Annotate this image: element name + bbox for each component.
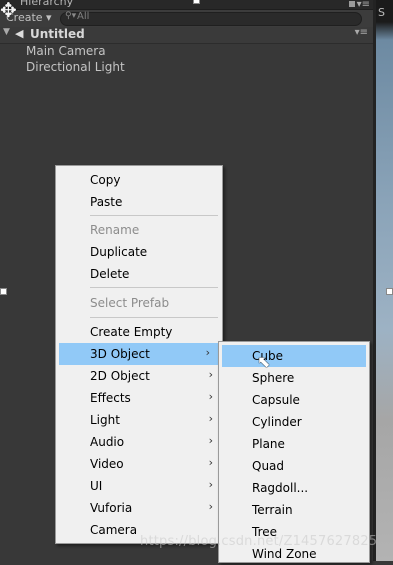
- submenu-item-plane[interactable]: Plane: [219, 433, 369, 455]
- selection-handle: [0, 288, 7, 295]
- unity-scene-icon: ◀: [15, 27, 24, 40]
- submenu-item-terrain[interactable]: Terrain: [219, 499, 369, 521]
- expand-triangle-icon[interactable]: ▼: [3, 27, 10, 37]
- move-cursor-icon: ✥: [0, 0, 17, 22]
- submenu-item-capsule[interactable]: Capsule: [219, 389, 369, 411]
- watermark-text: https://blog.csdn.net/Z1457627825: [140, 534, 378, 549]
- hierarchy-tab-bar: Hierarchy ▾≡: [0, 0, 373, 10]
- menu-separator: [90, 215, 218, 216]
- lock-icon[interactable]: [349, 1, 355, 7]
- submenu-item-quad[interactable]: Quad: [219, 455, 369, 477]
- submenu-item-cube[interactable]: Cube: [222, 345, 366, 367]
- selection-handle: [193, 0, 200, 4]
- submenu-arrow-icon: ›: [205, 346, 210, 359]
- menu-item-paste[interactable]: Paste: [56, 191, 222, 213]
- menu-item-effects[interactable]: Effects ›: [56, 387, 222, 409]
- submenu-arrow-icon: ›: [208, 412, 213, 425]
- menu-item-duplicate[interactable]: Duplicate: [56, 241, 222, 263]
- submenu-arrow-icon: ›: [208, 390, 213, 403]
- menu-separator: [90, 317, 218, 318]
- menu-item-copy[interactable]: Copy: [56, 169, 222, 191]
- submenu-arrow-icon: ›: [208, 434, 213, 447]
- hierarchy-tab[interactable]: Hierarchy: [20, 0, 73, 8]
- scene-name: Untitled: [30, 27, 85, 41]
- submenu-item-ragdoll[interactable]: Ragdoll...: [219, 477, 369, 499]
- hierarchy-item-directional-light[interactable]: Directional Light: [26, 60, 125, 74]
- search-placeholder: All: [77, 11, 90, 22]
- scene-header[interactable]: ▼ ◀ Untitled ▾≡: [0, 27, 373, 44]
- selection-handle: [386, 288, 393, 295]
- menu-item-audio[interactable]: Audio ›: [56, 431, 222, 453]
- search-input[interactable]: ⚲▾ All: [60, 11, 362, 26]
- submenu-arrow-icon: ›: [208, 456, 213, 469]
- menu-separator: [90, 287, 218, 288]
- menu-item-create-empty[interactable]: Create Empty: [56, 321, 222, 343]
- menu-item-2d-object[interactable]: 2D Object ›: [56, 365, 222, 387]
- menu-item-vuforia[interactable]: Vuforia ›: [56, 497, 222, 519]
- menu-item-rename: Rename: [90, 223, 140, 237]
- hierarchy-toolbar: Create ▾ ⚲▾ All: [0, 10, 373, 28]
- scene-view-edge[interactable]: S: [376, 0, 393, 561]
- submenu-item-cylinder[interactable]: Cylinder: [219, 411, 369, 433]
- scene-menu-icon[interactable]: ▾≡: [355, 27, 368, 38]
- submenu-arrow-icon: ›: [208, 500, 213, 513]
- scene-tab-letter: S: [378, 6, 385, 19]
- mouse-pointer-icon: ⬉: [257, 352, 271, 371]
- menu-item-light[interactable]: Light ›: [56, 409, 222, 431]
- menu-item-delete[interactable]: Delete: [56, 263, 222, 285]
- panel-menu-icon[interactable]: ▾≡: [357, 0, 370, 10]
- context-menu: Copy Paste Rename Duplicate Delete Selec…: [55, 165, 223, 544]
- hierarchy-item-main-camera[interactable]: Main Camera: [26, 44, 106, 58]
- menu-item-select-prefab: Select Prefab: [90, 296, 170, 310]
- submenu-arrow-icon: ›: [208, 478, 213, 491]
- menu-item-video[interactable]: Video ›: [56, 453, 222, 475]
- submenu-arrow-icon: ›: [208, 368, 213, 381]
- search-icon: ⚲▾: [65, 11, 77, 21]
- submenu-item-sphere[interactable]: Sphere: [219, 367, 369, 389]
- submenu-3d-object: Cube Sphere Capsule Cylinder Plane Quad …: [218, 341, 370, 563]
- menu-item-ui[interactable]: UI ›: [56, 475, 222, 497]
- menu-item-3d-object[interactable]: 3D Object ›: [59, 343, 219, 365]
